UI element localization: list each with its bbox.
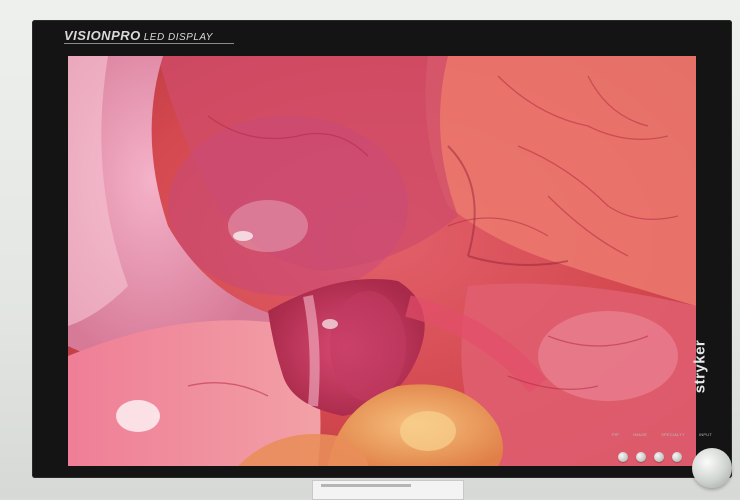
button-label-input: INPUT: [698, 432, 712, 437]
front-button-row: [618, 452, 688, 466]
button-label-specialty: SPECIALTY: [661, 432, 685, 437]
endoscopic-image: [68, 56, 696, 466]
round-button-icon[interactable]: [636, 452, 646, 462]
manufacturer-text: stryker: [691, 339, 709, 394]
brand-underline: [64, 43, 234, 44]
asset-label-sticker: [312, 480, 464, 500]
button-label-pip: PIP: [612, 432, 620, 437]
rotary-knob-icon[interactable]: [692, 448, 732, 488]
round-button-icon[interactable]: [672, 452, 682, 462]
button-labels: PIP IMAGE SPECIALTY INPUT: [612, 432, 712, 440]
brand-sub-text: LED DISPLAY: [143, 32, 213, 43]
round-button-icon[interactable]: [618, 452, 628, 462]
round-button-icon[interactable]: [654, 452, 664, 462]
brand-main-text: VISIONPRO: [64, 28, 141, 43]
endoscopic-display: [68, 56, 696, 466]
manufacturer-logo: stryker: [691, 330, 723, 410]
button-label-image: IMAGE: [633, 432, 648, 437]
